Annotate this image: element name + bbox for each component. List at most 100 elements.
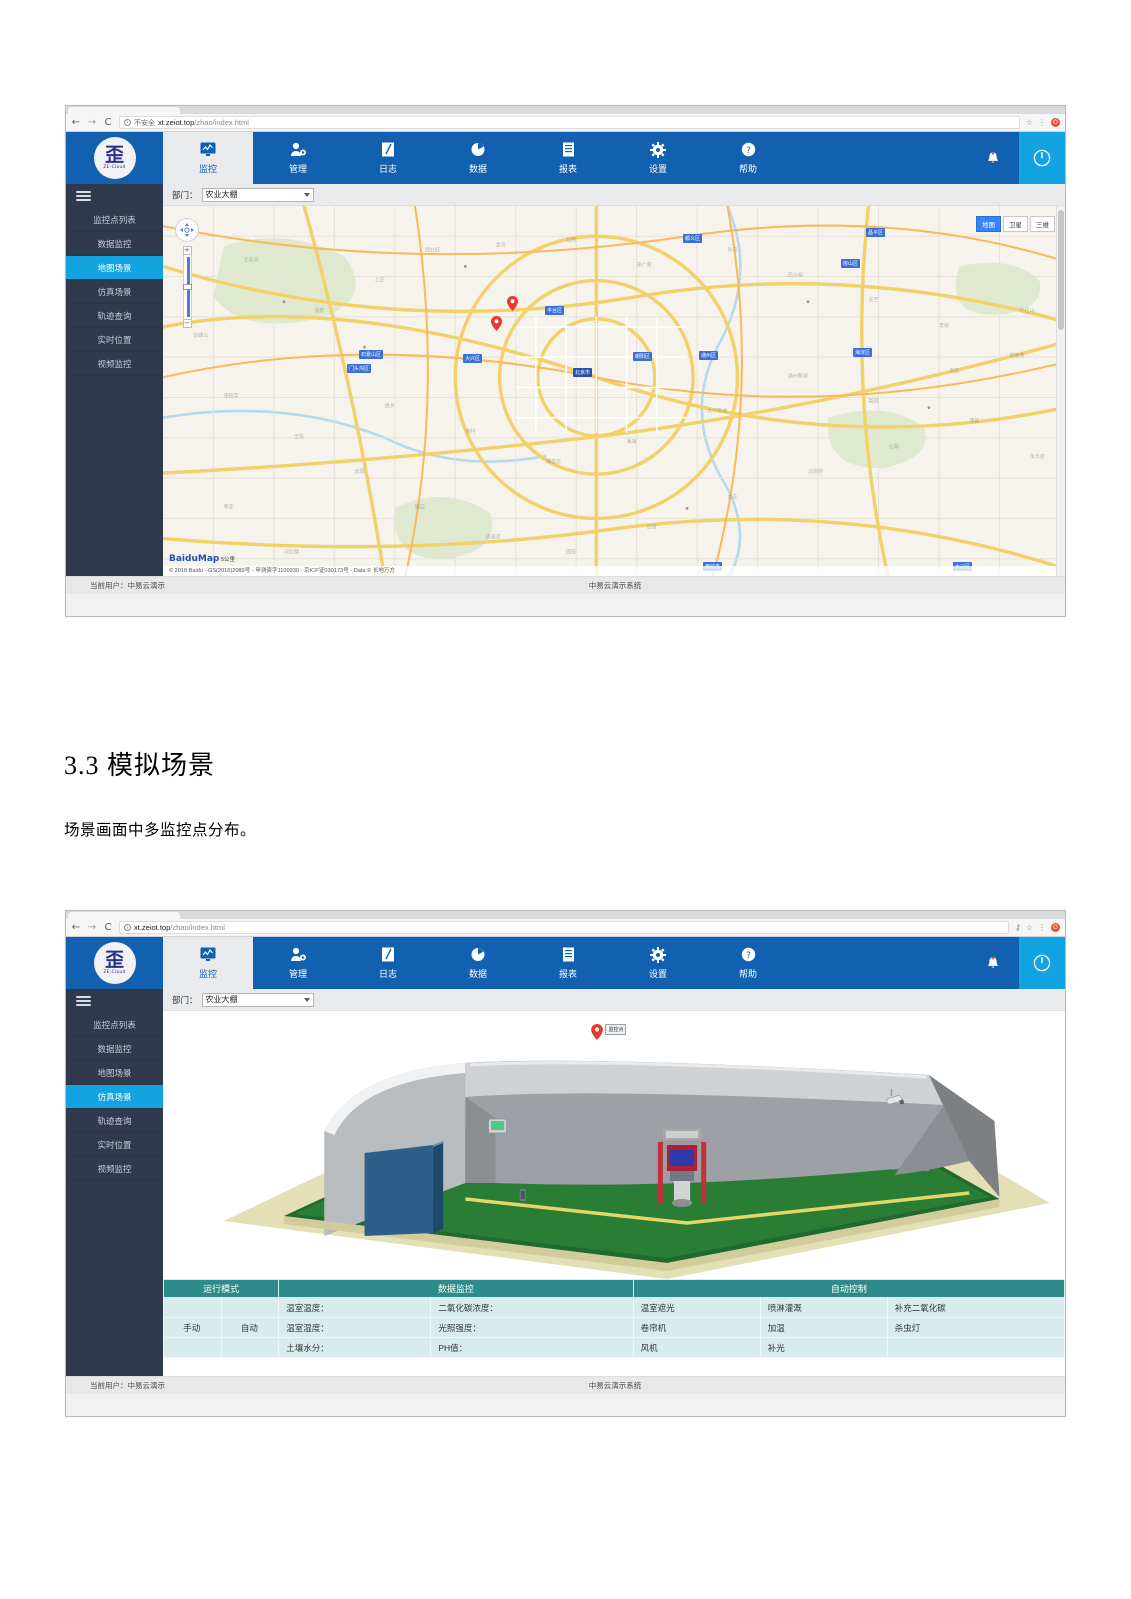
- nav-item-manage[interactable]: 管理: [253, 937, 343, 989]
- browser-window-simulation: ← → C i xt.zeiot.top/zhao/index.html ⚷ ☆…: [65, 910, 1066, 1417]
- url-bar[interactable]: i 不安全 xt.zeiot.top/zhao/index.html: [119, 116, 1020, 129]
- map-label: 大兴区: [463, 354, 483, 363]
- sidebar-item-data-monitoring[interactable]: 数据监控: [66, 232, 163, 256]
- browser-tab[interactable]: [68, 107, 180, 114]
- password-key-icon[interactable]: ⚷: [1015, 923, 1021, 932]
- svg-text:台湖: 台湖: [889, 443, 899, 450]
- zoom-out-button[interactable]: −: [182, 319, 192, 328]
- auto-insect-killing-lamp[interactable]: 杀虫灯: [886, 1317, 1066, 1338]
- sidebar-item-monitor-point-list[interactable]: 监控点列表: [66, 208, 163, 232]
- monitor-greenhouse-temperature: 温室温度：: [278, 1297, 432, 1318]
- sidebar-toggle-button[interactable]: [66, 989, 163, 1013]
- greenhouse-monitor-marker[interactable]: 监控点: [591, 1024, 627, 1040]
- map-label: 石景山区: [359, 350, 384, 359]
- nav-item-settings[interactable]: 设置: [613, 937, 703, 989]
- sidebar-item-track-query[interactable]: 轨迹查询: [66, 304, 163, 328]
- nav-item-report[interactable]: 报表: [523, 132, 613, 184]
- scrollbar-thumb[interactable]: [1058, 210, 1064, 330]
- sidebar-item-video-monitoring[interactable]: 视频监控: [66, 352, 163, 376]
- zoom-in-button[interactable]: +: [182, 246, 192, 255]
- user-gear-icon: [290, 141, 307, 158]
- svg-text:瀛海: 瀛海: [627, 438, 637, 445]
- nav-item-data[interactable]: 数据: [433, 132, 523, 184]
- map-marker-pin[interactable]: [591, 1024, 604, 1040]
- map-type-satellite[interactable]: 卫星: [1003, 216, 1028, 232]
- app-logo[interactable]: 歪 ZE-Cloud: [66, 937, 163, 989]
- sidebar-item-realtime-location[interactable]: 实时位置: [66, 1133, 163, 1157]
- map-type-map[interactable]: 地图: [976, 216, 1001, 232]
- bookmark-star-icon[interactable]: ☆: [1026, 923, 1033, 932]
- svg-text:潭柘寺: 潭柘寺: [223, 392, 238, 399]
- auto-co2-supplement[interactable]: 补充二氧化碳: [886, 1297, 1066, 1318]
- auto-roller-shutter[interactable]: 卷帘机: [632, 1317, 761, 1338]
- profile-avatar[interactable]: O: [1051, 118, 1060, 127]
- browser-tab[interactable]: [68, 912, 180, 919]
- zoom-slider-knob[interactable]: [182, 283, 192, 290]
- nav-item-manage[interactable]: 管理: [253, 132, 343, 184]
- sidebar-item-monitor-point-list[interactable]: 监控点列表: [66, 1013, 163, 1037]
- url-bar[interactable]: i xt.zeiot.top/zhao/index.html: [119, 921, 1009, 934]
- url-host: xt.zeiot.top: [134, 923, 171, 932]
- nav-item-log[interactable]: 日志: [343, 132, 433, 184]
- sidebar-item-map-scene[interactable]: 地图场景: [66, 1061, 163, 1085]
- auto-supplemental-light[interactable]: 补光: [759, 1337, 888, 1358]
- department-select[interactable]: 农业大棚: [201, 992, 314, 1007]
- forward-button[interactable]: →: [87, 922, 97, 933]
- sidebar-item-video-monitoring[interactable]: 视频监控: [66, 1157, 163, 1181]
- back-button[interactable]: ←: [71, 117, 81, 128]
- auto-heating[interactable]: 加温: [759, 1317, 888, 1338]
- pan-rose-icon[interactable]: [175, 218, 199, 242]
- mode-auto-button[interactable]: 自动: [220, 1317, 280, 1338]
- browser-menu-icon[interactable]: ⋮: [1038, 118, 1046, 127]
- back-button[interactable]: ←: [71, 922, 81, 933]
- nav-item-monitor[interactable]: 监控: [163, 132, 253, 184]
- app-logo[interactable]: 歪 ZE-Cloud: [66, 132, 163, 184]
- bookmark-star-icon[interactable]: ☆: [1026, 118, 1033, 127]
- notification-bell-button[interactable]: [967, 955, 1019, 971]
- nav-item-monitor[interactable]: 监控: [163, 937, 253, 989]
- map-marker-pin[interactable]: [491, 316, 502, 331]
- site-info-icon[interactable]: i: [124, 924, 131, 931]
- browser-tabstrip[interactable]: [66, 911, 1065, 919]
- map-type-switch[interactable]: 地图 卫星 三维: [976, 216, 1055, 232]
- nav-item-log[interactable]: 日志: [343, 937, 433, 989]
- nav-item-settings[interactable]: 设置: [613, 132, 703, 184]
- nav-label: 监控: [198, 969, 217, 979]
- map-type-3d[interactable]: 三维: [1030, 216, 1055, 232]
- power-button[interactable]: [1019, 937, 1065, 989]
- auto-greenhouse-shading[interactable]: 温室遮光: [632, 1297, 761, 1318]
- sidebar-item-map-scene[interactable]: 地图场景: [66, 256, 163, 280]
- sidebar-item-realtime-location[interactable]: 实时位置: [66, 328, 163, 352]
- reload-button[interactable]: C: [103, 922, 113, 933]
- nav-item-help[interactable]: ? 帮助: [703, 132, 793, 184]
- map-pan-zoom-control[interactable]: + −: [175, 218, 199, 328]
- greenhouse-scene[interactable]: 监控点: [163, 1011, 1065, 1279]
- map-marker-pin[interactable]: [507, 296, 518, 311]
- department-select[interactable]: 农业大棚: [201, 187, 314, 202]
- site-info-icon[interactable]: i: [124, 119, 131, 126]
- map-label: 门头沟区: [347, 364, 372, 373]
- profile-avatar[interactable]: O: [1051, 923, 1060, 932]
- auto-spray-irrigation[interactable]: 喷淋灌溉: [759, 1297, 888, 1318]
- sidebar-item-data-monitoring[interactable]: 数据监控: [66, 1037, 163, 1061]
- forward-button[interactable]: →: [87, 117, 97, 128]
- sidebar-item-simulation-scene[interactable]: 仿真场景: [66, 1085, 163, 1109]
- nav-item-help[interactable]: ? 帮助: [703, 937, 793, 989]
- svg-text:窦店: 窦店: [415, 503, 425, 510]
- zoom-slider[interactable]: + −: [182, 246, 192, 328]
- power-button[interactable]: [1019, 132, 1065, 184]
- sidebar-item-track-query[interactable]: 轨迹查询: [66, 1109, 163, 1133]
- nav-item-report[interactable]: 报表: [523, 937, 613, 989]
- nav-item-data[interactable]: 数据: [433, 937, 523, 989]
- auto-fan[interactable]: 风机: [632, 1337, 761, 1358]
- reload-button[interactable]: C: [103, 117, 113, 128]
- svg-text:北安河: 北安河: [244, 256, 259, 263]
- browser-menu-icon[interactable]: ⋮: [1038, 923, 1046, 932]
- sidebar-item-simulation-scene[interactable]: 仿真场景: [66, 280, 163, 304]
- sidebar-toggle-button[interactable]: [66, 184, 163, 208]
- browser-tabstrip[interactable]: [66, 106, 1065, 114]
- mode-manual-button[interactable]: 手动: [163, 1317, 222, 1338]
- notification-bell-button[interactable]: [967, 150, 1019, 166]
- map-canvas[interactable]: 北安河 温泉 上庄 西北旺 清河 北苑 来广营 孙河 后沙峪 天竺 李桥 郭家务 潭柘寺 王佐 长阳…: [163, 206, 1065, 576]
- map-vertical-scrollbar[interactable]: [1056, 206, 1065, 576]
